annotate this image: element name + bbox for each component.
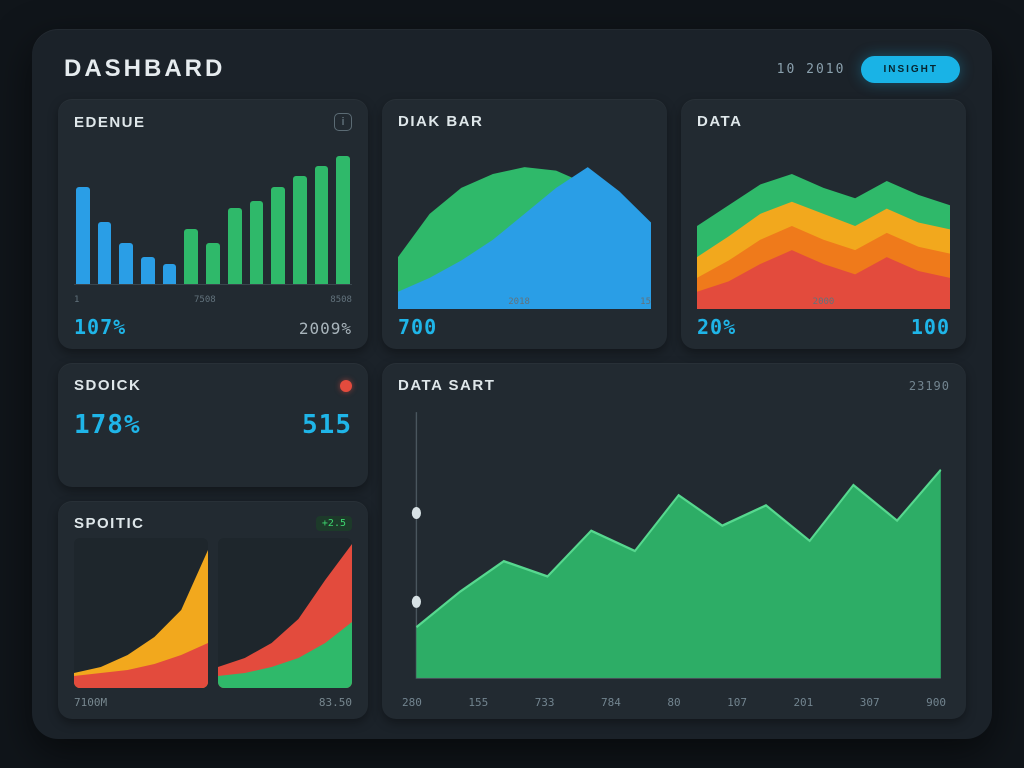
stat-left: 20% — [697, 315, 736, 339]
bar — [315, 166, 329, 285]
tick: 307 — [860, 696, 880, 709]
card-title: DIAK BAR — [398, 113, 483, 130]
bar — [76, 187, 90, 285]
tick: 201 — [793, 696, 813, 709]
tick: 80 — [667, 696, 680, 709]
card-title: DATA — [697, 113, 742, 130]
card-footer: 178% 515 — [74, 410, 352, 440]
card-head: DIAK BAR — [398, 113, 651, 130]
stat-right: 515 — [302, 410, 352, 440]
card-data[interactable]: DATA 2000 20% 100 — [681, 99, 966, 349]
axis-line — [74, 284, 352, 285]
card-title: DATA SART — [398, 377, 495, 394]
axis-labels: 2018 15 — [398, 297, 651, 307]
page-title: DASHBARD — [64, 55, 225, 83]
axis-marker-icon — [412, 596, 421, 608]
card-head: SPOITIC +2.5 — [74, 515, 352, 532]
date-range: 10 2010 — [777, 62, 846, 77]
card-footer: 700 — [398, 309, 651, 339]
spoitic-twin — [74, 538, 352, 688]
grid: EDENUE i 1 7508 8508 107% 2009% — [58, 99, 966, 719]
card-edenue[interactable]: EDENUE i 1 7508 8508 107% 2009% — [58, 99, 368, 349]
card-spoitic[interactable]: SPOITIC +2.5 7100M 83.50 — [58, 501, 368, 719]
insight-button[interactable]: INSIGHT — [861, 56, 960, 83]
tick: 1 — [74, 295, 79, 305]
card-footer: 7100M 83.50 — [74, 688, 352, 709]
tick: 2000 — [813, 297, 835, 307]
card-footer: 20% 100 — [697, 309, 950, 339]
stat-left: 107% — [74, 315, 126, 339]
tick: 900 — [926, 696, 946, 709]
tick: 155 — [468, 696, 488, 709]
tick: 8508 — [330, 295, 352, 305]
card-sdoick[interactable]: SDOICK 178% 515 — [58, 363, 368, 487]
stat-right: 2009% — [299, 319, 352, 338]
bar — [163, 264, 177, 285]
bar — [206, 243, 220, 285]
card-head: SDOICK — [74, 377, 352, 394]
tick: 107 — [727, 696, 747, 709]
spoitic-chart-right — [218, 538, 352, 688]
card-meta: 23190 — [909, 379, 950, 393]
stat-right: 100 — [911, 315, 950, 339]
info-icon[interactable]: i — [334, 113, 352, 131]
card-head: DATA — [697, 113, 950, 130]
area-series — [416, 470, 940, 678]
data-chart: 2000 — [697, 136, 950, 309]
card-head: DATA SART 23190 — [398, 377, 950, 394]
spoitic-chart-left — [74, 538, 208, 688]
tick: 784 — [601, 696, 621, 709]
stat-left: 178% — [74, 410, 141, 440]
bar — [336, 156, 350, 285]
status-dot-icon — [340, 380, 352, 392]
card-title: SPOITIC — [74, 515, 145, 532]
bar — [293, 176, 307, 285]
edenue-chart: 1 7508 8508 — [74, 137, 352, 309]
dashboard-window: DASHBARD 10 2010 INSIGHT EDENUE i 1 7508 — [32, 29, 992, 739]
foot-left: 7100M — [74, 696, 107, 709]
stat-left: 700 — [398, 315, 437, 339]
bar — [141, 257, 155, 285]
card-data-sart[interactable]: DATA SART 23190 280 155 733 784 80 107 2… — [382, 363, 966, 719]
tick: 2018 — [508, 297, 530, 307]
card-title: SDOICK — [74, 377, 141, 394]
card-footer: 107% 2009% — [74, 309, 352, 339]
axis-labels: 1 7508 8508 — [74, 295, 352, 305]
tick: 280 — [402, 696, 422, 709]
bar — [119, 243, 133, 285]
tick: 733 — [535, 696, 555, 709]
diak-bar-chart: 2018 15 — [398, 136, 651, 309]
axis-labels: 2000 — [697, 297, 950, 307]
card-diak-bar[interactable]: DIAK BAR 2018 15 700 — [382, 99, 667, 349]
x-ticks: 280 155 733 784 80 107 201 307 900 — [398, 690, 950, 709]
bar — [184, 229, 198, 285]
tick: 7508 — [194, 295, 216, 305]
data-sart-chart — [398, 400, 950, 690]
delta-badge: +2.5 — [316, 516, 352, 531]
bar — [228, 208, 242, 285]
bar — [271, 187, 285, 285]
header: DASHBARD 10 2010 INSIGHT — [58, 51, 966, 99]
header-right: 10 2010 INSIGHT — [777, 56, 960, 83]
bar — [98, 222, 112, 285]
foot-right: 83.50 — [319, 696, 352, 709]
left-column: EDENUE i 1 7508 8508 107% 2009% — [58, 99, 368, 719]
tick: 15 — [640, 297, 651, 307]
bar — [250, 201, 264, 285]
card-title: EDENUE — [74, 114, 146, 131]
card-head: EDENUE i — [74, 113, 352, 131]
axis-marker-icon — [412, 507, 421, 519]
